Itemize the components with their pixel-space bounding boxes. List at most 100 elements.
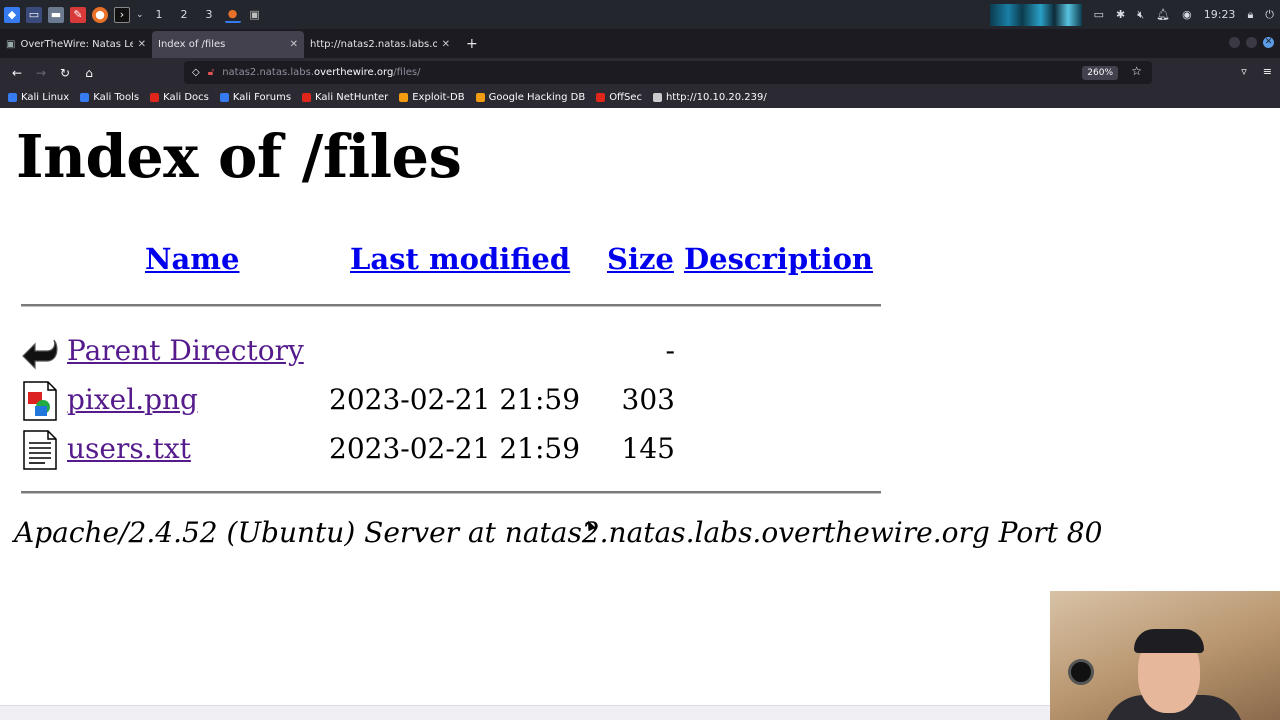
chevron-down-icon[interactable]: ⌄: [136, 10, 144, 20]
tab-favicon-icon: ▣: [6, 39, 16, 50]
page-title: Index of /files: [16, 122, 462, 191]
home-button[interactable]: ⌂: [77, 66, 101, 80]
divider: [21, 491, 881, 494]
new-tab-button[interactable]: +: [456, 36, 488, 58]
close-icon[interactable]: ✕: [442, 39, 450, 50]
notification-bell-icon[interactable]: 🔔︎: [1156, 8, 1170, 21]
tab-index-of-files[interactable]: Index of /files ✕: [152, 31, 304, 58]
bookmark-item[interactable]: Google Hacking DB: [475, 92, 586, 103]
mute-icon[interactable]: 🔇︎: [1137, 8, 1144, 22]
close-icon[interactable]: ✕: [138, 39, 146, 50]
bookmark-item[interactable]: OffSec: [596, 92, 642, 103]
close-icon[interactable]: ✕: [290, 39, 298, 50]
menu-icon[interactable]: ≡: [1263, 65, 1272, 78]
bookmark-item[interactable]: Kali Linux: [8, 92, 69, 103]
image-file-icon: [21, 380, 59, 422]
column-header-description[interactable]: Description: [684, 242, 873, 276]
bookmark-label: http://10.10.20.239/: [665, 92, 767, 103]
bookmark-label: Exploit-DB: [412, 92, 465, 103]
bookmark-favicon-icon: [219, 93, 229, 102]
column-header-name[interactable]: Name: [145, 242, 239, 276]
tab-label: http://natas2.natas.labs.overt: [310, 39, 437, 50]
bookmark-label: Kali Linux: [21, 92, 70, 103]
row-last-modified: 2023-02-21 21:59: [329, 432, 581, 465]
bookmark-favicon-icon: [475, 93, 485, 102]
bookmark-label: Google Hacking DB: [488, 92, 586, 103]
cpu-graph: [989, 3, 1082, 26]
person-cap: [1134, 629, 1204, 653]
shield-icon[interactable]: ◇: [192, 67, 200, 78]
row-size: -: [665, 334, 675, 367]
minimize-button[interactable]: [1229, 37, 1240, 48]
bookmark-item[interactable]: http://10.10.20.239/: [652, 92, 767, 103]
zoom-indicator[interactable]: 260%: [1082, 66, 1118, 80]
bookmark-item[interactable]: Kali Docs: [150, 92, 209, 103]
file-link-pixel-png[interactable]: pixel.png: [67, 383, 198, 416]
maximize-button[interactable]: [1246, 37, 1257, 48]
text-editor-icon[interactable]: ✎: [70, 6, 86, 23]
file-manager-icon[interactable]: ▬: [48, 6, 64, 23]
bookmark-favicon-icon: [150, 93, 160, 102]
workspace-1[interactable]: 1: [150, 8, 169, 21]
microphone-icon: [1068, 659, 1094, 685]
forward-button[interactable]: →: [29, 66, 53, 80]
bookmark-label: Kali Tools: [93, 92, 140, 103]
bookmark-label: OffSec: [609, 92, 642, 103]
workspace-3[interactable]: 3: [200, 8, 219, 21]
url-bar[interactable]: ◇ 🔓︎ natas2.natas.labs.overthewire.org/f…: [184, 61, 1152, 84]
tab-label: Index of /files: [158, 39, 226, 50]
url-text[interactable]: natas2.natas.labs.overthewire.org/files/: [222, 67, 420, 78]
bookmark-star-icon[interactable]: ☆: [1131, 64, 1142, 78]
terminal-window-icon[interactable]: ▣: [247, 7, 263, 23]
terminal-icon[interactable]: ›: [114, 6, 130, 23]
taskbar: ◆ ▭ ▬ ✎ ● › ⌄ 1 2 3 ● ▣ ▭ ✱ 🔇︎ 🔔︎ ◉ 19:2…: [0, 0, 1280, 29]
divider: [21, 304, 881, 307]
bookmark-favicon-icon: [652, 93, 662, 102]
firefox-icon[interactable]: ●: [92, 6, 108, 23]
bookmark-favicon-icon: [80, 93, 90, 102]
pocket-icon[interactable]: ▿: [1241, 65, 1247, 78]
row-size: 303: [621, 383, 675, 416]
clock-icon: ◉: [1182, 8, 1192, 21]
parent-directory-link[interactable]: Parent Directory: [67, 334, 304, 367]
column-header-size[interactable]: Size: [607, 242, 674, 276]
tab-bar: ▣ OverTheWire: Natas Leve ✕ Index of /fi…: [0, 29, 1280, 58]
server-signature: Apache/2.4.52 (Ubuntu) Server at natas2.…: [14, 516, 1103, 549]
webcam-overlay: [1050, 591, 1280, 720]
bookmark-favicon-icon: [399, 93, 409, 102]
clock[interactable]: 19:23: [1204, 8, 1236, 21]
bookmark-label: Kali Forums: [232, 92, 292, 103]
workspace-show-icon[interactable]: ▭: [26, 6, 42, 23]
bookmark-item[interactable]: Kali NetHunter: [302, 92, 388, 103]
firefox-window-icon[interactable]: ●: [224, 7, 241, 23]
lock-icon[interactable]: 🔒︎: [1247, 8, 1253, 22]
bookmark-label: Kali NetHunter: [315, 92, 389, 103]
bookmark-item[interactable]: Kali Forums: [219, 92, 292, 103]
bookmark-item[interactable]: Kali Tools: [80, 92, 139, 103]
column-header-last-modified[interactable]: Last modified: [350, 242, 570, 276]
bookmark-label: Kali Docs: [163, 92, 209, 103]
back-arrow-icon: [21, 330, 59, 372]
reload-button[interactable]: ↻: [53, 66, 77, 80]
bookmark-item[interactable]: Exploit-DB: [399, 92, 465, 103]
file-link-users-txt[interactable]: users.txt: [67, 432, 191, 465]
bluetooth-icon[interactable]: ✱: [1116, 8, 1125, 21]
row-last-modified: 2023-02-21 21:59: [329, 383, 581, 416]
tab-natas2[interactable]: http://natas2.natas.labs.overt ✕: [304, 31, 456, 58]
power-icon[interactable]: ⏻: [1265, 8, 1274, 22]
text-file-icon: [21, 429, 59, 471]
back-button[interactable]: ←: [5, 66, 29, 80]
navigation-bar: ← → ↻ ⌂ ◇ 🔓︎ natas2.natas.labs.overthewi…: [0, 58, 1280, 87]
display-icon[interactable]: ▭: [1094, 8, 1104, 21]
window-close-button[interactable]: ✕: [1263, 37, 1274, 48]
bookmark-favicon-icon: [8, 93, 17, 102]
tab-overthewire[interactable]: ▣ OverTheWire: Natas Leve ✕: [0, 31, 152, 58]
bookmark-favicon-icon: [302, 93, 312, 102]
kali-menu-icon[interactable]: ◆: [4, 6, 20, 23]
not-secure-lock-icon[interactable]: 🔓︎: [208, 67, 214, 78]
bookmarks-bar: Kali Linux Kali Tools Kali Docs Kali Forums…: [0, 87, 1280, 108]
tab-label: OverTheWire: Natas Leve: [20, 39, 132, 50]
row-size: 145: [621, 432, 675, 465]
workspace-2[interactable]: 2: [175, 8, 194, 21]
horizontal-scrollbar[interactable]: [0, 705, 1050, 720]
